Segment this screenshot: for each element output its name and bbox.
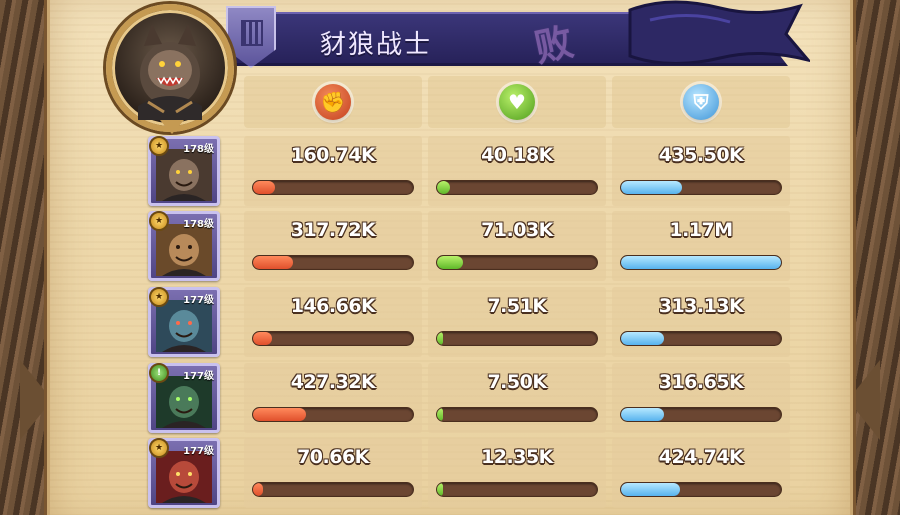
heal-heart-icon: ♥: [499, 84, 535, 120]
hero-level: 177级: [183, 371, 214, 382]
hero-card[interactable]: ★ 178级: [148, 211, 220, 281]
damage-taken-cell: 316.65K: [612, 363, 790, 433]
damage-column-header: ✊: [244, 76, 422, 128]
rank-badge-star-icon: ★: [149, 438, 169, 458]
damage-bar-fill: [253, 483, 263, 496]
hero-level: 177级: [183, 446, 214, 457]
rank-badge-star-icon: ★: [149, 287, 169, 307]
damage-taken-cell: 435.50K: [612, 136, 790, 206]
damage-taken-value: 435.50K: [658, 144, 744, 166]
healing-column-header: ♥: [428, 76, 606, 128]
hero-name: 豺狼战士: [320, 30, 433, 60]
hero-card[interactable]: ★ 177级: [148, 287, 220, 357]
damage-bar: [252, 331, 414, 346]
healing-bar: [436, 331, 598, 346]
damage-value: 70.66K: [297, 446, 369, 468]
damage-taken-bar: [620, 331, 782, 346]
rank-badge-star-icon: ★: [149, 211, 169, 231]
hero-stat-row[interactable]: ★ 178级 160.74K 40.18K 435.50K: [148, 136, 800, 206]
damage-value: 317.72K: [290, 219, 376, 241]
damage-taken-bar-fill: [621, 408, 665, 421]
damage-taken-cell: 313.13K: [612, 287, 790, 357]
healing-value: 7.50K: [487, 371, 547, 393]
healing-cell: 71.03K: [428, 211, 606, 281]
left-frame-spike: [20, 360, 52, 440]
hero-card[interactable]: ★ 177级: [148, 438, 220, 508]
hero-level: 177级: [183, 295, 214, 306]
damage-taken-bar: [620, 407, 782, 422]
healing-bar-fill: [437, 408, 444, 421]
healing-cell: 7.51K: [428, 287, 606, 357]
damage-taken-bar-fill: [621, 332, 665, 345]
healing-bar-fill: [437, 256, 463, 269]
damage-taken-value: 313.13K: [658, 295, 744, 317]
damage-cell: 146.66K: [244, 287, 422, 357]
damage-taken-bar: [620, 255, 782, 270]
rank-badge-star-icon: ★: [149, 136, 169, 156]
damage-taken-bar-fill: [621, 256, 781, 269]
hero-stat-row[interactable]: ! 177级 427.32K 7.50K 316.65K: [148, 363, 800, 433]
damage-cell: 427.32K: [244, 363, 422, 433]
healing-cell: 12.35K: [428, 438, 606, 508]
healing-value: 7.51K: [487, 295, 547, 317]
damage-taken-value: 424.74K: [658, 446, 744, 468]
hero-stat-row[interactable]: ★ 177级 70.66K 12.35K 424.74K: [148, 438, 800, 508]
healing-bar-fill: [437, 483, 444, 496]
damage-bar-fill: [253, 332, 273, 345]
damage-bar: [252, 407, 414, 422]
hero-card[interactable]: ! 177级: [148, 363, 220, 433]
healing-bar: [436, 255, 598, 270]
green-hooded-portrait-icon: [156, 376, 212, 428]
right-frame-spike: [848, 360, 880, 440]
damage-cell: 160.74K: [244, 136, 422, 206]
healing-value: 40.18K: [481, 144, 553, 166]
hero-stat-row[interactable]: ★ 177级 146.66K 7.51K 313.13K: [148, 287, 800, 357]
red-beast-portrait-icon: [156, 451, 212, 503]
battle-stats-screen: 豺狼战士 败 ✊ ♥ ⛨ ★ 178级 160.74K 40.18K 435.50K: [0, 0, 900, 515]
damage-bar-fill: [253, 408, 306, 421]
banner-ribbon: [628, 0, 810, 65]
healing-bar-fill: [437, 181, 450, 194]
hero-card[interactable]: ★ 178级: [148, 136, 220, 206]
damage-taken-bar-fill: [621, 483, 681, 496]
healing-bar-fill: [437, 332, 444, 345]
rank-badge-green-icon: !: [149, 363, 169, 383]
damage-cell: 70.66K: [244, 438, 422, 508]
damage-bar-fill: [253, 181, 276, 194]
healing-bar: [436, 482, 598, 497]
taken-column-header: ⛨: [612, 76, 790, 128]
tan-warrior-portrait-icon: [156, 224, 212, 276]
damage-bar: [252, 482, 414, 497]
damage-taken-value: 1.17M: [669, 219, 733, 241]
hyena-warrior-portrait-icon: [138, 24, 202, 120]
healing-bar: [436, 407, 598, 422]
blue-ogre-portrait-icon: [156, 300, 212, 352]
hyena-warrior-portrait-icon: [156, 149, 212, 201]
healing-value: 12.35K: [481, 446, 553, 468]
damage-bar: [252, 255, 414, 270]
hero-portrait: [106, 4, 234, 132]
damage-bar-fill: [253, 256, 293, 269]
damage-taken-bar-fill: [621, 181, 682, 194]
healing-cell: 40.18K: [428, 136, 606, 206]
damage-taken-cell: 424.74K: [612, 438, 790, 508]
damage-taken-value: 316.65K: [658, 371, 744, 393]
damage-taken-cell: 1.17M: [612, 211, 790, 281]
damage-value: 427.32K: [290, 371, 376, 393]
healing-bar: [436, 180, 598, 195]
healing-cell: 7.50K: [428, 363, 606, 433]
damage-cell: 317.72K: [244, 211, 422, 281]
portrait-pointer: [160, 120, 184, 134]
shield-icon: ⛨: [683, 84, 719, 120]
hero-stat-row[interactable]: ★ 178级 317.72K 71.03K 1.17M: [148, 211, 800, 281]
healing-value: 71.03K: [481, 219, 553, 241]
hero-level: 178级: [183, 144, 214, 155]
damage-bar: [252, 180, 414, 195]
damage-taken-bar: [620, 180, 782, 195]
damage-value: 160.74K: [290, 144, 376, 166]
fist-icon: ✊: [315, 84, 351, 120]
damage-value: 146.66K: [290, 295, 376, 317]
damage-taken-bar: [620, 482, 782, 497]
hero-level: 178级: [183, 219, 214, 230]
